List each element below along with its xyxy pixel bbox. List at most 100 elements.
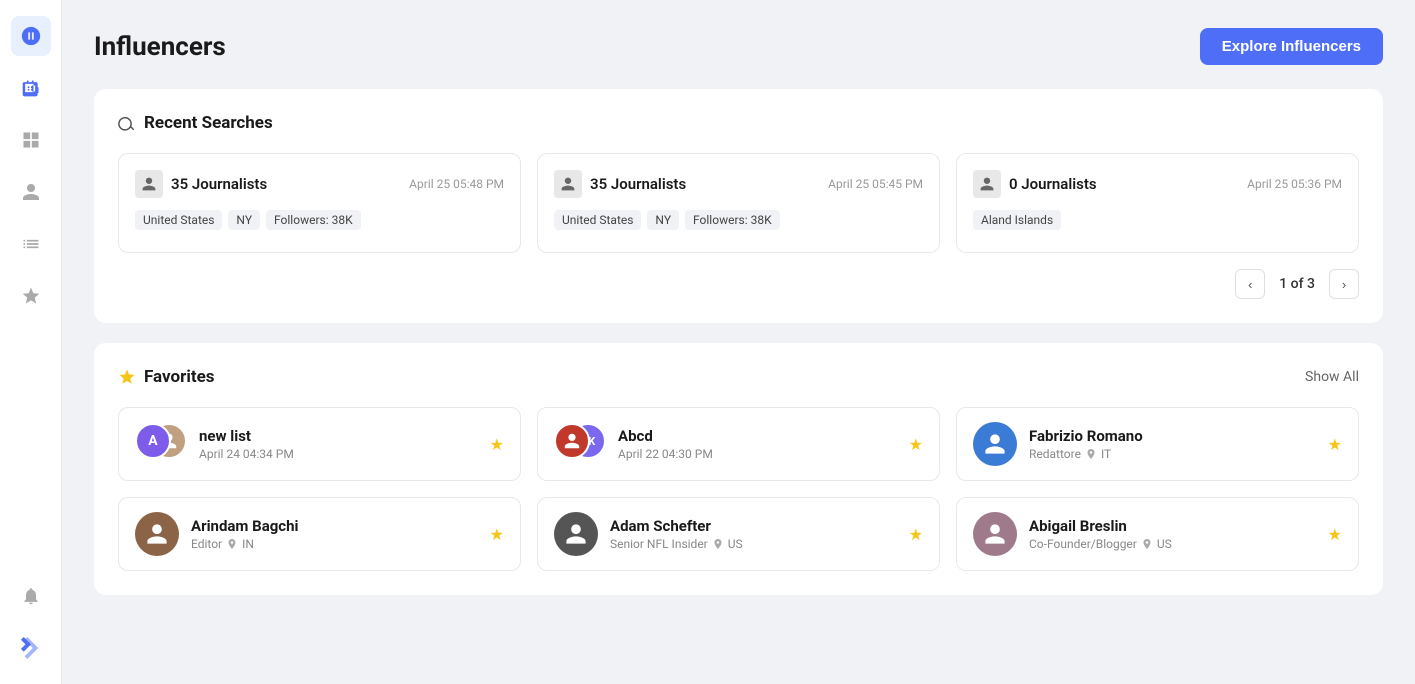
fav-avatar-a1: A bbox=[135, 423, 171, 459]
fav-star-new-list[interactable]: ★ bbox=[490, 435, 504, 454]
search-cards-row: 35 Journalists April 25 05:48 PM United … bbox=[118, 153, 1359, 253]
fav-sub-new-list: April 24 04:34 PM bbox=[199, 447, 478, 461]
sidebar-logo-bottom[interactable] bbox=[11, 628, 51, 668]
location-label-abigail: US bbox=[1157, 537, 1172, 551]
fav-avatar-group-new-list: A bbox=[135, 423, 187, 465]
fav-card-fabrizio[interactable]: Fabrizio Romano Redattore IT ★ bbox=[956, 407, 1359, 481]
fav-info-fabrizio: Fabrizio Romano Redattore IT bbox=[1029, 427, 1316, 461]
fav-card-new-list[interactable]: A new list April 24 04:34 PM ★ bbox=[118, 407, 521, 481]
main-content: Influencers Explore Influencers Recent S… bbox=[62, 0, 1415, 684]
fav-subtitle-adam: Senior NFL Insider bbox=[610, 537, 708, 551]
fav-subtitle-arindam: Editor bbox=[191, 537, 222, 551]
search-card-3-label: 0 Journalists bbox=[1009, 175, 1239, 193]
sidebar-grid[interactable] bbox=[11, 120, 51, 160]
search-card-1[interactable]: 35 Journalists April 25 05:48 PM United … bbox=[118, 153, 521, 253]
fav-sub-abigail: Co-Founder/Blogger US bbox=[1029, 537, 1316, 551]
prev-page-button[interactable]: ‹ bbox=[1235, 269, 1265, 299]
sidebar-logo[interactable] bbox=[11, 16, 51, 56]
search-card-2[interactable]: 35 Journalists April 25 05:45 PM United … bbox=[537, 153, 940, 253]
journalist-icon-3 bbox=[973, 170, 1001, 198]
fav-info-adam: Adam Schefter Senior NFL Insider US bbox=[610, 517, 897, 551]
recent-searches-section: Recent Searches 35 Journalists April 25 … bbox=[94, 89, 1383, 323]
recent-searches-header: Recent Searches bbox=[118, 113, 1359, 133]
fav-name-new-list: new list bbox=[199, 427, 478, 445]
fav-name-arindam: Arindam Bagchi bbox=[191, 517, 478, 535]
page-header: Influencers Explore Influencers bbox=[94, 28, 1383, 65]
fav-avatar-arindam bbox=[135, 512, 179, 556]
fav-subtitle-abigail: Co-Founder/Blogger bbox=[1029, 537, 1137, 551]
search-icon bbox=[118, 114, 136, 132]
fav-name-abigail: Abigail Breslin bbox=[1029, 517, 1316, 535]
tag-ny-2: NY bbox=[647, 210, 679, 230]
journalist-icon-2 bbox=[554, 170, 582, 198]
tag-ny-1: NY bbox=[228, 210, 260, 230]
search-card-3-tags: Aland Islands bbox=[973, 210, 1342, 230]
search-card-1-tags: United States NY Followers: 38K bbox=[135, 210, 504, 230]
fav-sub-fabrizio: Redattore IT bbox=[1029, 447, 1316, 461]
location-icon-fabrizio bbox=[1085, 448, 1097, 460]
journalist-icon-1 bbox=[135, 170, 163, 198]
fav-info-arindam: Arindam Bagchi Editor IN bbox=[191, 517, 478, 551]
search-card-2-tags: United States NY Followers: 38K bbox=[554, 210, 923, 230]
sidebar-notifications[interactable] bbox=[11, 576, 51, 616]
search-card-2-date: April 25 05:45 PM bbox=[828, 177, 923, 191]
fav-name-fabrizio: Fabrizio Romano bbox=[1029, 427, 1316, 445]
fav-subtitle-fabrizio: Redattore bbox=[1029, 447, 1081, 461]
fav-card-adam[interactable]: Adam Schefter Senior NFL Insider US ★ bbox=[537, 497, 940, 571]
sidebar-contacts[interactable] bbox=[11, 172, 51, 212]
fav-card-abigail[interactable]: Abigail Breslin Co-Founder/Blogger US ★ bbox=[956, 497, 1359, 571]
fav-avatar-adam bbox=[554, 512, 598, 556]
location-icon-arindam bbox=[226, 538, 238, 550]
fav-card-abcd[interactable]: AK Abcd April 22 04:30 PM ★ bbox=[537, 407, 940, 481]
recent-searches-title: Recent Searches bbox=[144, 113, 273, 133]
location-label-fabrizio: IT bbox=[1101, 447, 1111, 461]
favorites-header: Favorites Show All bbox=[118, 367, 1359, 387]
fav-star-abigail[interactable]: ★ bbox=[1328, 525, 1342, 544]
sidebar-lists[interactable] bbox=[11, 224, 51, 264]
next-page-button[interactable]: › bbox=[1329, 269, 1359, 299]
sidebar bbox=[0, 0, 62, 684]
explore-influencers-button[interactable]: Explore Influencers bbox=[1200, 28, 1383, 65]
favorites-grid: A new list April 24 04:34 PM ★ AK bbox=[118, 407, 1359, 571]
fav-name-adam: Adam Schefter bbox=[610, 517, 897, 535]
search-card-3-date: April 25 05:36 PM bbox=[1247, 177, 1342, 191]
search-card-3[interactable]: 0 Journalists April 25 05:36 PM Aland Is… bbox=[956, 153, 1359, 253]
tag-followers-1: Followers: 38K bbox=[266, 210, 361, 230]
location-label-arindam: IN bbox=[242, 537, 254, 551]
sidebar-favorites[interactable] bbox=[11, 276, 51, 316]
fav-sub-abcd: April 22 04:30 PM bbox=[618, 447, 897, 461]
tag-us-2: United States bbox=[554, 210, 641, 230]
fav-avatar-group-abcd: AK bbox=[554, 423, 606, 465]
location-icon-adam bbox=[712, 538, 724, 550]
fav-name-abcd: Abcd bbox=[618, 427, 897, 445]
fav-info-abcd: Abcd April 22 04:30 PM bbox=[618, 427, 897, 461]
location-icon-abigail bbox=[1141, 538, 1153, 550]
fav-sub-adam: Senior NFL Insider US bbox=[610, 537, 897, 551]
fav-avatar-abigail bbox=[973, 512, 1017, 556]
tag-followers-2: Followers: 38K bbox=[685, 210, 780, 230]
search-card-1-label: 35 Journalists bbox=[171, 175, 401, 193]
location-label-adam: US bbox=[728, 537, 743, 551]
fav-info-abigail: Abigail Breslin Co-Founder/Blogger US bbox=[1029, 517, 1316, 551]
fav-star-fabrizio[interactable]: ★ bbox=[1328, 435, 1342, 454]
tag-aland: Aland Islands bbox=[973, 210, 1061, 230]
fav-card-arindam[interactable]: Arindam Bagchi Editor IN ★ bbox=[118, 497, 521, 571]
favorites-title: Favorites bbox=[144, 367, 215, 387]
fav-star-abcd[interactable]: ★ bbox=[909, 435, 923, 454]
fav-avatar-fabrizio bbox=[973, 422, 1017, 466]
favorites-section: Favorites Show All A new list April 24 0… bbox=[94, 343, 1383, 595]
favorites-star-icon bbox=[118, 368, 136, 386]
fav-star-adam[interactable]: ★ bbox=[909, 525, 923, 544]
search-card-2-label: 35 Journalists bbox=[590, 175, 820, 193]
fav-info-new-list: new list April 24 04:34 PM bbox=[199, 427, 478, 461]
pagination: ‹ 1 of 3 › bbox=[118, 269, 1359, 299]
show-all-link[interactable]: Show All bbox=[1305, 369, 1359, 385]
sidebar-robot[interactable] bbox=[11, 68, 51, 108]
fav-avatar-abcd-a1 bbox=[554, 423, 590, 459]
tag-us-1: United States bbox=[135, 210, 222, 230]
fav-star-arindam[interactable]: ★ bbox=[490, 525, 504, 544]
page-info: 1 of 3 bbox=[1269, 276, 1325, 292]
search-card-1-date: April 25 05:48 PM bbox=[409, 177, 504, 191]
page-title: Influencers bbox=[94, 32, 226, 62]
fav-sub-arindam: Editor IN bbox=[191, 537, 478, 551]
